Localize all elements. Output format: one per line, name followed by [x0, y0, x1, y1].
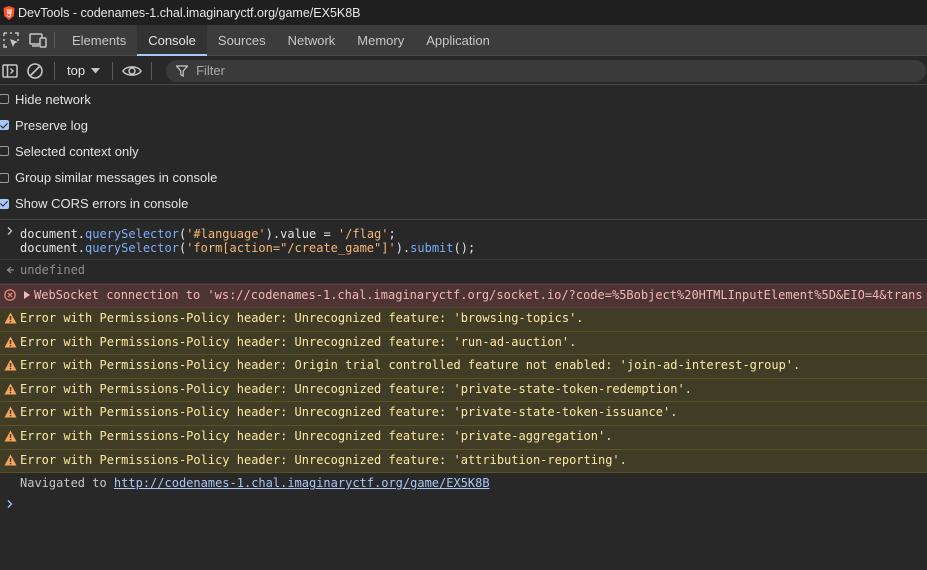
tabbar-separator: [54, 32, 55, 48]
window-titlebar: DevTools - codenames-1.chal.imaginaryctf…: [0, 0, 927, 25]
warning-text: Error with Permissions-Policy header: Un…: [20, 334, 577, 349]
console-warning-message[interactable]: Error with Permissions-Policy header: Un…: [0, 378, 927, 403]
error-icon: [0, 285, 20, 301]
console-warning-message[interactable]: Error with Permissions-Policy header: Un…: [0, 425, 927, 450]
warning-icon: [0, 426, 20, 442]
result-arrow-icon: [0, 260, 20, 275]
warning-text: Error with Permissions-Policy header: Or…: [20, 358, 801, 373]
warning-icon: [0, 332, 20, 348]
devtools-tabbar: Elements Console Sources Network Memory …: [0, 25, 927, 56]
expand-triangle-icon[interactable]: [22, 290, 32, 300]
hide-network-checkbox[interactable]: [0, 94, 9, 105]
input-code: document.querySelector('#language').valu…: [20, 227, 476, 255]
warning-icon: [0, 379, 20, 395]
warning-icon: [0, 308, 20, 324]
warning-text: Error with Permissions-Policy header: Un…: [20, 381, 692, 396]
tab-elements[interactable]: Elements: [61, 25, 137, 55]
live-expression-button[interactable]: [117, 57, 147, 85]
setting-label: Show CORS errors in console: [15, 196, 189, 212]
error-text: WebSocket connection to 'ws://codenames-…: [34, 288, 923, 302]
toolbar-separator: [112, 61, 114, 80]
console-prompt[interactable]: [0, 495, 927, 519]
setting-show-cors-errors[interactable]: Show CORS errors in console: [0, 191, 927, 217]
setting-preserve-log[interactable]: Preserve log: [0, 112, 927, 138]
show-sidebar-button[interactable]: [0, 57, 20, 85]
navigated-prefix: Navigated to: [20, 476, 114, 491]
clear-console-icon: [27, 62, 43, 79]
device-mode-icon: [29, 33, 47, 48]
console-error-message[interactable]: WebSocket connection to 'ws://codenames-…: [0, 284, 927, 308]
tab-sources[interactable]: Sources: [207, 25, 277, 55]
console-settings-panel: Hide network Preserve log Selected conte…: [0, 86, 927, 220]
warning-text: Error with Permissions-Policy header: Un…: [20, 311, 584, 325]
input-chevron-icon: [0, 224, 20, 236]
warning-text: Error with Permissions-Policy header: Un…: [20, 452, 627, 467]
setting-label: Selected context only: [15, 143, 139, 159]
eye-icon: [122, 65, 142, 76]
context-selector[interactable]: top: [59, 63, 108, 78]
device-toolbar-button[interactable]: [22, 25, 54, 55]
preserve-log-checkbox[interactable]: [0, 120, 9, 131]
window-title: DevTools - codenames-1.chal.imaginaryctf…: [18, 5, 361, 20]
empty-gutter: [0, 473, 20, 475]
filter-placeholder: Filter: [196, 63, 225, 78]
console-result-message: undefined: [0, 260, 927, 284]
setting-label: Group similar messages in console: [15, 170, 218, 186]
tab-console[interactable]: Console: [137, 25, 207, 56]
console-warning-message[interactable]: Error with Permissions-Policy header: Un…: [0, 449, 927, 474]
toolbar-separator: [151, 61, 153, 80]
warning-icon: [0, 355, 20, 371]
setting-hide-network[interactable]: Hide network: [0, 86, 927, 112]
inspect-element-icon: [3, 32, 19, 48]
setting-label: Hide network: [15, 91, 91, 107]
clear-console-button[interactable]: [20, 57, 50, 85]
setting-group-similar[interactable]: Group similar messages in console: [0, 165, 927, 191]
group-similar-checkbox[interactable]: [0, 172, 9, 183]
dropdown-arrow-icon: [91, 67, 101, 73]
result-value: undefined: [20, 263, 86, 277]
tab-network[interactable]: Network: [277, 25, 347, 55]
navigated-url-link[interactable]: http://codenames-1.chal.imaginaryctf.org…: [114, 476, 490, 490]
filter-input[interactable]: Filter: [166, 59, 927, 82]
console-input-message[interactable]: document.querySelector('#language').valu…: [0, 222, 927, 260]
warning-icon: [0, 402, 20, 418]
prompt-chevron-icon: [0, 495, 20, 509]
warning-text: Error with Permissions-Policy header: Un…: [20, 405, 678, 420]
toolbar-separator: [54, 61, 55, 80]
selected-context-checkbox[interactable]: [0, 146, 9, 157]
tab-application[interactable]: Application: [415, 25, 501, 55]
setting-selected-context-only[interactable]: Selected context only: [0, 138, 927, 164]
console-messages: document.querySelector('#language').valu…: [0, 222, 927, 570]
show-cors-checkbox[interactable]: [0, 198, 9, 209]
warning-text: Error with Permissions-Policy header: Un…: [20, 428, 613, 443]
context-label: top: [67, 63, 86, 78]
console-warning-message[interactable]: Error with Permissions-Policy header: Or…: [0, 355, 927, 379]
devtools-app-icon: [3, 5, 15, 20]
console-toolbar: top Filter: [0, 57, 927, 85]
filter-icon: [176, 64, 189, 77]
inspect-element-button[interactable]: [0, 25, 22, 55]
console-warning-message[interactable]: Error with Permissions-Policy header: Un…: [0, 308, 927, 332]
console-warning-message[interactable]: Error with Permissions-Policy header: Un…: [0, 331, 927, 356]
console-warning-message[interactable]: Error with Permissions-Policy header: Un…: [0, 402, 927, 426]
setting-label: Preserve log: [15, 117, 88, 133]
console-navigation-message: Navigated to http://codenames-1.chal.ima…: [0, 473, 927, 495]
sidebar-icon: [2, 63, 18, 78]
warning-icon: [0, 450, 20, 466]
tab-memory[interactable]: Memory: [346, 25, 415, 55]
